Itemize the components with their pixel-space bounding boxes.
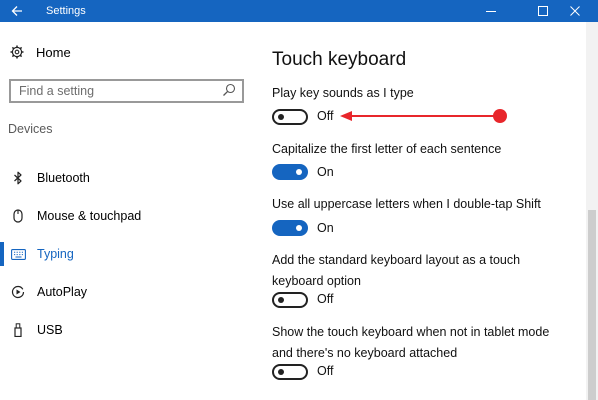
- search-button[interactable]: [222, 83, 238, 99]
- toggle-knob: [296, 225, 302, 231]
- search-icon: [223, 83, 236, 96]
- toggle-knob: [296, 169, 302, 175]
- maximize-icon: [538, 6, 548, 16]
- title-bar: Settings: [0, 0, 598, 22]
- back-arrow-icon: [11, 6, 22, 16]
- setting-label-standard-layout: Add the standard keyboard layout as a to…: [272, 253, 521, 288]
- capitalize-toggle[interactable]: [272, 164, 308, 180]
- close-icon: [570, 6, 580, 16]
- setting-label-capitalize: Capitalize the first letter of each sent…: [272, 142, 502, 156]
- setting-label-uppercase: Use all uppercase letters when I double-…: [272, 197, 541, 211]
- scrollbar-thumb[interactable]: [588, 210, 596, 400]
- close-button[interactable]: [552, 0, 598, 22]
- annotation-arrow: [340, 109, 507, 123]
- toggle-state: Off: [317, 292, 334, 306]
- window-title: Settings: [46, 5, 86, 17]
- setting-label-show-touch-keyboard: Show the touch keyboard when not in tabl…: [272, 325, 550, 360]
- toggle-state: On: [317, 221, 334, 235]
- sidebar-item-bluetooth[interactable]: Bluetooth: [0, 166, 250, 190]
- sidebar-item-autoplay[interactable]: AutoPlay: [0, 280, 250, 304]
- home-link[interactable]: Home: [10, 42, 71, 62]
- sidebar-item-label: AutoPlay: [37, 285, 88, 299]
- uppercase-toggle[interactable]: [272, 220, 308, 236]
- search-placeholder: Find a setting: [19, 84, 95, 98]
- toggle-knob: [278, 369, 284, 375]
- sidebar-item-label: Bluetooth: [37, 171, 90, 185]
- minimize-icon: [486, 11, 496, 12]
- setting-label-key-sounds: Play key sounds as I type: [272, 86, 414, 100]
- gear-icon: [10, 45, 24, 59]
- bluetooth-icon: [10, 170, 26, 186]
- page-title: Touch keyboard: [272, 49, 407, 70]
- show-touch-keyboard-toggle[interactable]: [272, 364, 308, 380]
- keyboard-icon: [10, 246, 26, 262]
- toggle-state: Off: [317, 364, 334, 378]
- section-title: Devices: [8, 122, 53, 136]
- mouse-icon: [10, 208, 26, 224]
- usb-icon: [10, 322, 26, 338]
- minimize-button[interactable]: [468, 0, 514, 22]
- toggle-knob: [278, 297, 284, 303]
- autoplay-icon: [10, 284, 26, 300]
- key-sounds-toggle[interactable]: [272, 109, 308, 125]
- sidebar-item-usb[interactable]: USB: [0, 318, 250, 342]
- sidebar-item-label: USB: [37, 323, 63, 337]
- search-input[interactable]: Find a setting: [9, 79, 244, 103]
- sidebar-item-typing[interactable]: Typing: [0, 242, 250, 266]
- toggle-knob: [278, 114, 284, 120]
- toggle-state: On: [317, 165, 334, 179]
- back-button[interactable]: [0, 0, 33, 22]
- selected-indicator: [0, 242, 4, 266]
- sidebar-item-mouse-touchpad[interactable]: Mouse & touchpad: [0, 204, 250, 228]
- home-label: Home: [36, 44, 71, 60]
- sidebar-item-label: Mouse & touchpad: [37, 209, 142, 223]
- standard-layout-toggle[interactable]: [272, 292, 308, 308]
- sidebar-item-label: Typing: [37, 247, 74, 261]
